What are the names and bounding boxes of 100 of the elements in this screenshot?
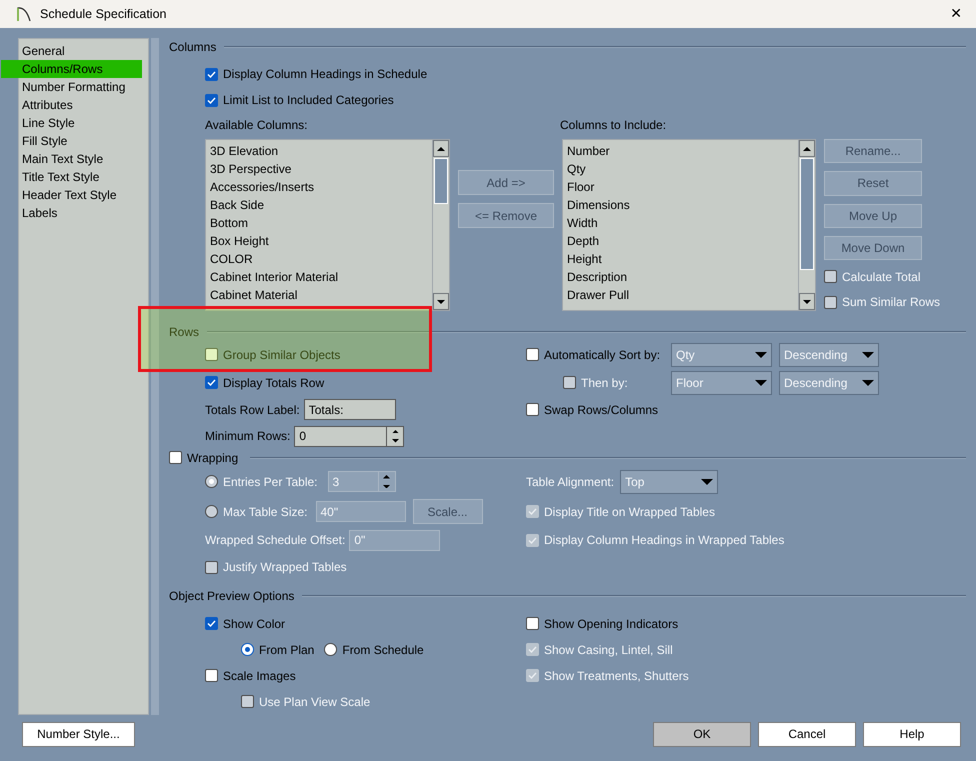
checkbox[interactable] [205, 68, 218, 81]
list-item[interactable]: Cabinet Interior Material [210, 268, 428, 286]
list-item[interactable]: Depth [567, 232, 794, 250]
up-arrow-icon [392, 430, 399, 434]
close-button[interactable]: ✕ [946, 6, 966, 22]
checkbox-label: Calculate Total [842, 270, 920, 284]
up-arrow-icon [383, 475, 390, 479]
down-arrow-icon [862, 380, 874, 386]
checkbox-label: Swap Rows/Columns [544, 402, 658, 417]
sidebar-item[interactable]: Line Style [19, 114, 142, 132]
window-title: Schedule Specification [40, 7, 168, 21]
sidebar-item[interactable]: Main Text Style [19, 150, 142, 168]
checkbox-label: Sum Similar Rows [842, 295, 940, 310]
field-label: Wrapped Schedule Offset: [205, 533, 346, 548]
field-label: Table Alignment: [526, 474, 614, 489]
sidebar-item[interactable]: Columns/Rows [1, 60, 142, 78]
list-item[interactable]: Back Side [210, 196, 428, 214]
checkbox-label: Display Title on Wrapped Tables [544, 504, 715, 519]
scrollbar[interactable] [432, 140, 449, 310]
checkbox-label: Group Similar Objects [223, 348, 340, 362]
checkbox-label: Show Color [223, 616, 286, 631]
checkbox-label: Limit List to Included Categories [223, 93, 394, 108]
radio-label: Max Table Size: [223, 504, 308, 519]
check-icon [528, 508, 537, 516]
list-item[interactable]: Height [567, 250, 794, 268]
checkbox[interactable] [526, 505, 539, 518]
spin-field[interactable]: 0 [294, 426, 404, 447]
list-item[interactable]: Width [567, 214, 794, 232]
down-arrow-icon [755, 352, 767, 358]
checkbox[interactable] [526, 403, 539, 416]
checkbox[interactable] [526, 534, 539, 547]
section-title: Rows [169, 324, 200, 339]
checkbox[interactable] [205, 669, 218, 682]
list-box[interactable]: Number Qty Floor Dimensions Width Depth Height Description Drawer Pull [562, 139, 816, 312]
checkbox-label: Wrapping [187, 450, 238, 465]
down-arrow-icon [803, 300, 811, 304]
checkbox-label: Justify Wrapped Tables [223, 560, 347, 574]
check-icon [207, 96, 216, 104]
number-style-button[interactable]: Number Style... [22, 722, 135, 746]
list-item[interactable]: Floor [567, 178, 794, 196]
checkbox[interactable] [205, 617, 218, 630]
checkbox[interactable] [205, 94, 218, 107]
check-icon [528, 646, 537, 654]
sidebar-item[interactable]: Fill Style [19, 132, 142, 150]
checkbox-label: Use Plan View Scale [259, 694, 370, 709]
field-label: Totals Row Label: [205, 402, 300, 417]
checkbox[interactable] [526, 348, 539, 362]
sidebar-item[interactable]: Number Formatting [19, 78, 142, 96]
check-icon [207, 620, 216, 628]
list-label: Available Columns: [205, 118, 308, 132]
list-item[interactable]: Dimensions [567, 196, 794, 214]
app-logo-icon [16, 6, 32, 22]
sidebar-item[interactable]: Header Text Style [19, 186, 142, 204]
scrollbar-thumb[interactable] [800, 158, 814, 270]
up-arrow-icon [803, 146, 811, 151]
sidebar-item[interactable]: Attributes [19, 96, 142, 114]
list-item[interactable]: Accessories/Inserts [210, 178, 428, 196]
radio-label: From Schedule [342, 642, 424, 657]
down-arrow-icon [392, 439, 399, 443]
list-item[interactable]: Number [567, 142, 794, 160]
checkbox[interactable] [169, 451, 182, 464]
checkbox-label: Display Column Headings in Wrapped Tables [544, 533, 784, 548]
check-icon [528, 536, 537, 544]
list-item[interactable]: COLOR [210, 250, 428, 268]
text-field[interactable]: Totals: [304, 399, 396, 420]
list-item[interactable]: Bottom [210, 214, 428, 232]
radio-label: From Plan [259, 642, 314, 657]
checkbox[interactable] [563, 376, 576, 390]
down-arrow-icon [383, 484, 390, 488]
checkbox-label: Then by: [581, 376, 628, 390]
sidebar-item[interactable]: Labels [19, 204, 142, 222]
sidebar-item[interactable]: General [19, 42, 142, 60]
checkbox[interactable] [526, 617, 539, 630]
radio-button[interactable] [205, 505, 218, 518]
checkbox[interactable] [205, 376, 218, 390]
list-item[interactable]: 3D Elevation [210, 142, 428, 160]
checkbox-label: Display Column Headings in Schedule [223, 67, 428, 82]
checkbox-label: Scale Images [223, 668, 296, 683]
list-item[interactable]: Box Height [210, 232, 428, 250]
dialog-button[interactable]: Help [863, 722, 961, 746]
radio-button[interactable] [241, 643, 254, 656]
up-arrow-icon [437, 146, 445, 151]
checkbox[interactable] [205, 348, 218, 362]
dialog-button[interactable]: Cancel [758, 722, 856, 746]
checkbox-label: Show Treatments, Shutters [544, 668, 689, 683]
list-item[interactable]: Description [567, 268, 794, 286]
checkbox[interactable] [205, 560, 218, 574]
radio-button[interactable] [324, 643, 338, 656]
list-item[interactable]: 3D Perspective [210, 160, 428, 178]
list-item[interactable]: Cabinet Material [210, 286, 428, 304]
dialog-button[interactable]: OK [653, 722, 751, 746]
scrollbar[interactable] [798, 140, 815, 310]
down-arrow-icon [755, 380, 767, 386]
list-item[interactable]: Qty [567, 160, 794, 178]
list-item[interactable]: Drawer Pull [567, 286, 794, 304]
scrollbar-thumb[interactable] [434, 158, 448, 204]
list-box[interactable]: 3D Elevation 3D Perspective Accessories/Inserts Back Side Bottom Box Height COLOR Cabinet Interior Material Cabinet Material [205, 139, 450, 312]
sidebar-item[interactable]: Title Text Style [19, 168, 142, 186]
radio-button[interactable] [205, 475, 218, 488]
field-label: Minimum Rows: [205, 429, 290, 444]
